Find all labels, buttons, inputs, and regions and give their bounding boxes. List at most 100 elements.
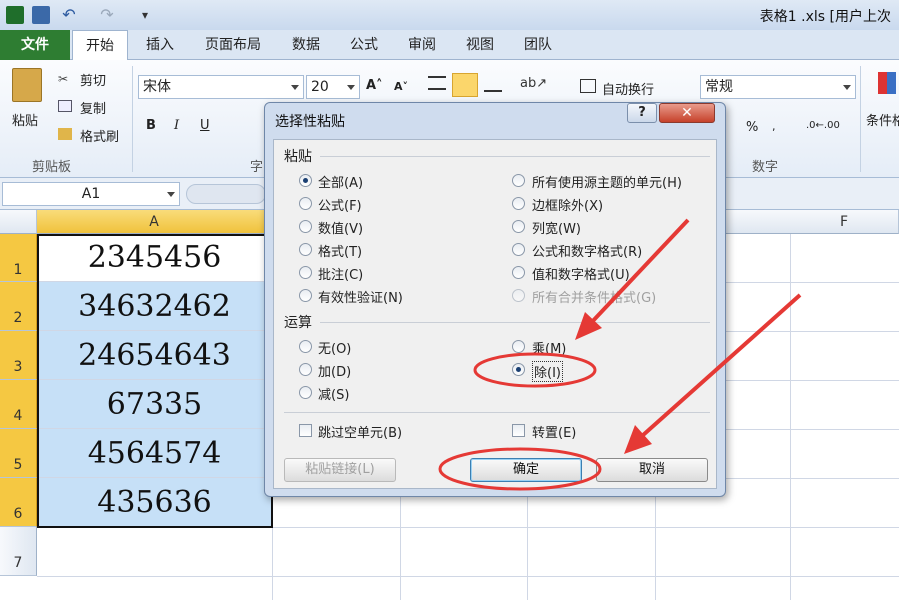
paste-link-button[interactable]: 粘贴链接(L) xyxy=(284,458,396,482)
formula-bar-splitter[interactable] xyxy=(186,184,266,204)
align-top-icon[interactable] xyxy=(428,76,446,90)
ribbon-tabs: 文件 开始 插入 页面布局 数据 公式 审阅 视图 团队 xyxy=(0,30,899,60)
checkbox-skip-blanks[interactable] xyxy=(299,424,312,437)
redo-icon[interactable]: ↷ xyxy=(98,6,116,24)
option-label: 有效性验证(N) xyxy=(318,291,403,306)
cell-a2[interactable]: 34632462 xyxy=(37,282,272,331)
grow-font-icon[interactable]: A˄ xyxy=(366,78,383,93)
option-label: 公式和数字格式(R) xyxy=(532,245,643,260)
cell-a1[interactable]: 2345456 xyxy=(37,234,272,282)
row-header-3[interactable]: 3 xyxy=(0,331,37,380)
radio-op-add[interactable] xyxy=(299,363,312,376)
radio-op-divide[interactable] xyxy=(512,363,525,376)
cancel-button[interactable]: 取消 xyxy=(596,458,708,482)
row-header-1[interactable]: 1 xyxy=(0,234,37,282)
percent-button[interactable]: % xyxy=(746,120,758,135)
align-middle-icon[interactable] xyxy=(452,73,478,97)
tab-formulas[interactable]: 公式 xyxy=(342,30,386,60)
radio-paste-comments[interactable] xyxy=(299,266,312,279)
option-label: 转置(E) xyxy=(532,426,577,441)
column-header-f[interactable]: F xyxy=(790,210,899,234)
help-button[interactable]: ? xyxy=(627,103,657,123)
save-icon[interactable] xyxy=(32,6,50,24)
number-format-combo[interactable]: 常规 xyxy=(700,75,856,99)
option-label: 所有使用源主题的单元(H) xyxy=(532,176,682,191)
radio-paste-formulas[interactable] xyxy=(299,197,312,210)
conditional-format-icon[interactable] xyxy=(878,72,896,94)
gridline xyxy=(37,576,899,577)
tab-insert[interactable]: 插入 xyxy=(140,30,180,60)
tab-page-layout[interactable]: 页面布局 xyxy=(196,30,270,60)
tab-file[interactable]: 文件 xyxy=(0,30,70,60)
shrink-font-icon[interactable]: A˅ xyxy=(394,80,408,93)
increase-decimal-icon[interactable]: .0←.00 xyxy=(806,120,840,131)
window-title: 表格1 .xls [用户上次 xyxy=(759,9,891,25)
radio-paste-values[interactable] xyxy=(299,220,312,233)
cell-a5[interactable]: 4564574 xyxy=(37,429,272,478)
conditional-format-button[interactable]: 条件格 xyxy=(866,110,899,129)
wrap-text-button[interactable]: 自动换行 xyxy=(602,79,654,98)
cell-a6[interactable]: 435636 xyxy=(37,478,272,527)
format-painter-icon xyxy=(58,128,72,140)
radio-paste-no-borders[interactable] xyxy=(512,197,525,210)
ok-button[interactable]: 确定 xyxy=(470,458,582,482)
font-size-combo[interactable]: 20 xyxy=(306,75,360,99)
paste-special-dialog: 选择性粘贴 ? ✕ 粘贴 全部(A) 公式(F) 数值(V) 格式(T) 批注(… xyxy=(264,102,726,497)
option-label: 边框除外(X) xyxy=(532,199,604,214)
radio-paste-merge-conditional[interactable] xyxy=(512,289,525,302)
number-format-value: 常规 xyxy=(705,79,733,95)
row-header-6[interactable]: 6 xyxy=(0,478,37,527)
row-header-7[interactable]: 7 xyxy=(0,527,37,576)
italic-button[interactable]: I xyxy=(174,118,179,133)
align-bottom-icon[interactable] xyxy=(484,82,502,92)
option-label: 值和数字格式(U) xyxy=(532,268,630,283)
radio-paste-formulas-numbers[interactable] xyxy=(512,243,525,256)
underline-button[interactable]: U xyxy=(200,118,210,133)
row-header-5[interactable]: 5 xyxy=(0,429,37,478)
group-separator xyxy=(132,66,133,172)
gridline xyxy=(790,234,791,600)
name-box-value: A1 xyxy=(81,186,101,202)
font-name-value: 宋体 xyxy=(143,79,171,95)
radio-paste-column-widths[interactable] xyxy=(512,220,525,233)
column-header-a[interactable]: A xyxy=(37,210,272,234)
radio-paste-validation[interactable] xyxy=(299,289,312,302)
group-label-font: 字 xyxy=(250,160,264,175)
orientation-icon[interactable]: ab↗ xyxy=(520,76,547,92)
radio-paste-all[interactable] xyxy=(299,174,312,187)
format-painter-button[interactable]: 格式刷 xyxy=(80,126,119,145)
name-box[interactable]: A1 xyxy=(2,182,180,206)
tab-home[interactable]: 开始 xyxy=(72,30,128,60)
tab-team[interactable]: 团队 xyxy=(516,30,560,60)
bold-button[interactable]: B xyxy=(146,118,156,133)
row-header-2[interactable]: 2 xyxy=(0,282,37,331)
paste-button[interactable]: 粘贴 xyxy=(12,110,38,129)
radio-paste-values-numbers[interactable] xyxy=(512,266,525,279)
option-label: 无(O) xyxy=(318,342,352,357)
comma-icon[interactable]: , xyxy=(772,120,776,133)
option-label: 公式(F) xyxy=(318,199,362,214)
copy-button[interactable]: 复制 xyxy=(80,98,106,117)
tab-view[interactable]: 视图 xyxy=(458,30,502,60)
radio-op-none[interactable] xyxy=(299,340,312,353)
undo-icon[interactable]: ↶ xyxy=(60,6,78,24)
paste-icon[interactable] xyxy=(12,68,42,102)
select-all-corner[interactable] xyxy=(0,210,37,234)
radio-paste-formats[interactable] xyxy=(299,243,312,256)
row-header-4[interactable]: 4 xyxy=(0,380,37,429)
customize-qat-icon[interactable]: ▾ xyxy=(136,6,154,24)
close-button[interactable]: ✕ xyxy=(659,103,715,123)
excel-logo-icon xyxy=(6,6,24,24)
checkbox-transpose[interactable] xyxy=(512,424,525,437)
radio-op-subtract[interactable] xyxy=(299,386,312,399)
cell-a4[interactable]: 67335 xyxy=(37,380,272,429)
font-name-combo[interactable]: 宋体 xyxy=(138,75,304,99)
cut-button[interactable]: 剪切 xyxy=(80,70,106,89)
tab-data[interactable]: 数据 xyxy=(284,30,328,60)
cell-a3[interactable]: 24654643 xyxy=(37,331,272,380)
tab-review[interactable]: 审阅 xyxy=(400,30,444,60)
radio-paste-source-theme[interactable] xyxy=(512,174,525,187)
option-label: 列宽(W) xyxy=(532,222,581,237)
option-label: 除(I) xyxy=(532,361,563,382)
radio-op-multiply[interactable] xyxy=(512,340,525,353)
